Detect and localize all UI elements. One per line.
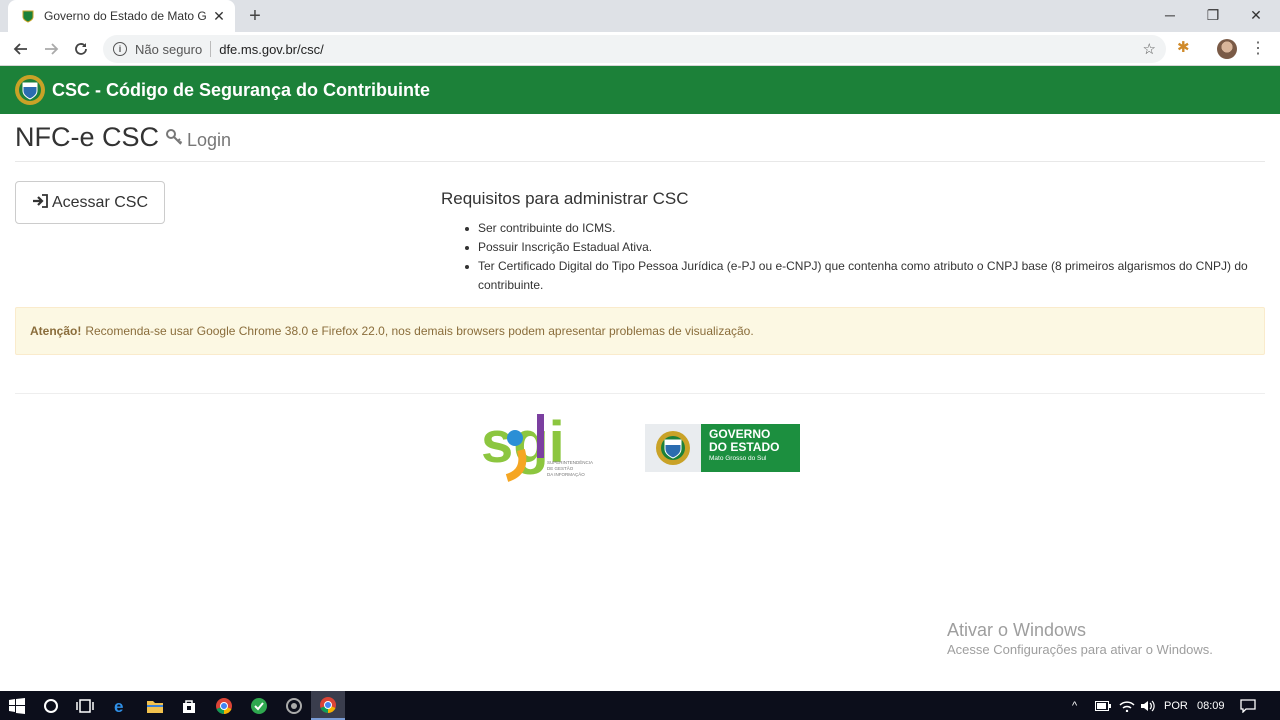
reload-button[interactable] xyxy=(68,36,94,62)
close-tab-icon[interactable]: ✕ xyxy=(211,8,227,24)
task-view-icon xyxy=(76,698,94,713)
tab-strip: Governo do Estado de Mato Gros ✕ + ─ ❐ ✕ xyxy=(0,0,1280,32)
page-heading: NFC-e CSC Login xyxy=(15,122,231,153)
chrome-taskbar-icon[interactable] xyxy=(207,691,241,720)
start-button[interactable] xyxy=(0,691,34,720)
alert-strong: Atenção! xyxy=(30,324,82,338)
list-item: Ser contribuinte do ICMS. xyxy=(465,219,1268,238)
forward-button[interactable] xyxy=(38,36,64,62)
battery-icon[interactable] xyxy=(1095,691,1111,720)
close-window-button[interactable]: ✕ xyxy=(1235,0,1277,30)
government-logo: GOVERNO DO ESTADO Mato Grosso do Sul xyxy=(645,424,800,472)
sgi-caption-3: DA INFORMAÇÃO xyxy=(547,471,585,477)
notifications-icon[interactable] xyxy=(1240,691,1256,720)
watermark-line-1: Ativar o Windows xyxy=(947,620,1087,640)
show-hidden-icons-button[interactable]: ^ xyxy=(1072,691,1077,720)
windows-icon xyxy=(9,697,25,714)
divider xyxy=(15,161,1265,162)
edge-taskbar-icon[interactable]: e xyxy=(104,691,138,720)
sign-in-icon xyxy=(32,194,48,211)
list-item: Ter Certificado Digital do Tipo Pessoa J… xyxy=(465,257,1268,295)
back-arrow-icon xyxy=(13,43,27,55)
bookmark-star-icon[interactable]: ☆ xyxy=(1143,40,1156,58)
coat-of-arms-icon xyxy=(645,424,701,472)
forward-arrow-icon xyxy=(45,43,59,55)
file-explorer-taskbar-icon[interactable] xyxy=(138,691,172,720)
watermark-line-2: Acesse Configurações para ativar o Windo… xyxy=(947,642,1213,657)
search-button[interactable] xyxy=(34,691,68,720)
list-item: Possuir Inscrição Estadual Ativa. xyxy=(465,238,1268,257)
requirements-title: Requisitos para administrar CSC xyxy=(441,189,689,208)
windows-taskbar: e ^ POR 08:09 xyxy=(0,691,1280,720)
browser-menu-icon[interactable]: ⋮ xyxy=(1250,37,1266,61)
divider xyxy=(15,393,1265,394)
info-icon[interactable]: i xyxy=(113,42,127,56)
sgi-caption-1: SUPERINTENDÊNCIA xyxy=(547,458,593,465)
profile-avatar[interactable] xyxy=(1217,39,1237,59)
store-taskbar-icon[interactable] xyxy=(172,691,206,720)
requirements-list: Ser contribuinte do ICMS. Possuir Inscri… xyxy=(465,219,1268,295)
gov-line-3: Mato Grosso do Sul xyxy=(709,455,767,462)
browser-toolbar: i Não seguro dfe.ms.gov.br/csc/ ☆ ✱ xyxy=(0,32,1280,66)
coat-of-arms-icon xyxy=(15,75,45,105)
key-icon xyxy=(165,128,183,151)
divider xyxy=(210,41,212,57)
clock[interactable]: 08:09 xyxy=(1197,691,1225,720)
task-view-button[interactable] xyxy=(68,691,102,720)
access-csc-label: Acessar CSC xyxy=(51,193,149,211)
restore-button[interactable]: ❐ xyxy=(1192,0,1234,30)
page-title: NFC-e CSC xyxy=(15,122,160,152)
url-text[interactable]: dfe.ms.gov.br/csc/ xyxy=(219,42,324,57)
svg-text:e: e xyxy=(114,697,123,715)
warning-alert: Atenção! Recomenda-se usar Google Chrome… xyxy=(15,307,1265,355)
back-button[interactable] xyxy=(8,36,34,62)
windows-activation-watermark: Ativar o Windows Acesse Configurações pa… xyxy=(947,619,1213,659)
government-logo-text: GOVERNO DO ESTADO Mato Grosso do Sul xyxy=(701,424,800,472)
address-bar[interactable]: i Não seguro dfe.ms.gov.br/csc/ ☆ xyxy=(103,35,1166,63)
browser-tab[interactable]: Governo do Estado de Mato Gros ✕ xyxy=(8,0,235,32)
wifi-icon[interactable] xyxy=(1119,691,1135,720)
volume-icon[interactable] xyxy=(1140,691,1156,720)
sgi-logo: sgi SUPERINTENDÊNCIA DE GESTÃO DA INFORM… xyxy=(481,410,593,482)
cortana-circle-icon xyxy=(44,698,58,713)
tab-title: Governo do Estado de Mato Gros xyxy=(44,9,207,23)
chrome-active-taskbar-icon[interactable] xyxy=(311,691,345,720)
security-indicator[interactable]: Não seguro xyxy=(135,42,202,57)
reload-icon xyxy=(75,43,87,55)
gov-line-2: DO ESTADO xyxy=(709,440,780,454)
sgi-caption-2: DE GESTÃO xyxy=(547,465,574,471)
green-app-taskbar-icon[interactable] xyxy=(242,691,276,720)
extension-icon[interactable]: ✱ xyxy=(1177,38,1190,56)
new-tab-button[interactable]: + xyxy=(243,4,267,28)
site-header: CSC - Código de Segurança do Contribuint… xyxy=(0,66,1280,114)
alert-text: Recomenda-se usar Google Chrome 38.0 e F… xyxy=(85,324,754,338)
login-subtitle: Login xyxy=(187,130,232,150)
language-indicator[interactable]: POR xyxy=(1164,691,1188,720)
coat-of-arms-favicon-icon xyxy=(20,8,36,24)
access-csc-button[interactable]: Acessar CSC xyxy=(15,181,165,224)
minimize-button[interactable]: ─ xyxy=(1149,0,1191,30)
site-title: CSC - Código de Segurança do Contribuint… xyxy=(52,79,430,100)
app-taskbar-icon[interactable] xyxy=(277,691,311,720)
